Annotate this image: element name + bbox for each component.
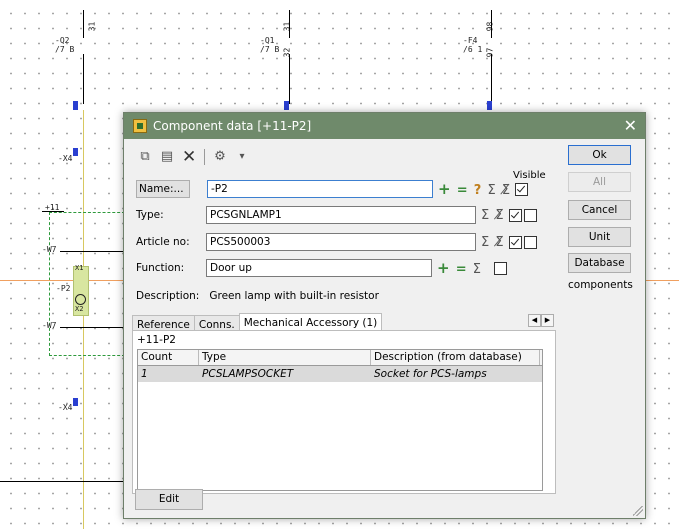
all-button[interactable]: All [568,172,631,192]
sigma-icon[interactable]: Σ [481,208,490,223]
grid-header: Count Type Description (from database) [138,350,542,366]
sigma-icon[interactable]: Σ [481,235,490,250]
cell-type: PCSLAMPSOCKET [202,368,294,380]
column-header-type[interactable]: Type [199,350,371,365]
function-label: Function: [136,262,185,274]
column-header-description[interactable]: Description (from database) [371,350,540,365]
equals-icon[interactable]: = [456,262,468,277]
component-icon [133,119,147,133]
name-actions: + = ? Σ Σ̸ [438,180,511,198]
terminal-tag [284,101,289,110]
sigma-icon[interactable]: Σ [487,183,496,198]
tab-scroll-right-icon[interactable]: ▶ [541,314,554,327]
ref-w7-bottom: -W7 [42,321,57,330]
name-button[interactable]: Name:... [136,180,190,198]
plus-icon[interactable]: + [437,259,451,277]
ref-f4: -F4 [463,36,478,45]
lamp-symbol-icon [75,294,86,305]
location-label: +11-P2 [137,334,176,346]
description-row: Description: Green lamp with built-in re… [136,290,379,302]
chevron-down-icon[interactable]: ▾ [235,150,249,164]
ref-q2: -Q2 [55,36,70,45]
component-data-dialog: Component data [+11-P2] ✕ ⧉ ▤ ✕ ⚙ ▾ Visi… [123,112,646,519]
ref-q2-loc: /7 B [55,45,75,54]
article-checkbox-2[interactable] [523,235,537,249]
cell-count: 1 [141,368,148,380]
dialog-titlebar[interactable]: Component data [+11-P2] ✕ [124,113,645,139]
settings-icon[interactable]: ⚙ [213,150,227,164]
close-icon[interactable]: ✕ [624,116,637,135]
cancel-button[interactable]: Cancel [568,200,631,220]
sigma-check-icon[interactable]: Σ̸ [502,183,511,198]
type-row: Type: PCSGNLAMP1 Σ Σ̸ [136,206,537,224]
name-row: Name:... -P2 + = ? Σ Σ̸ [136,180,529,198]
ref-q1: -Q1 [260,36,275,45]
equals-icon[interactable]: = [457,183,469,198]
description-value: Green lamp with built-in resistor [209,290,379,302]
name-visible-checkbox[interactable] [515,182,529,196]
article-actions: Σ Σ̸ [481,235,505,250]
type-label: Type: [136,209,164,221]
ref-x4-top: -X4 [58,154,73,163]
function-field[interactable]: Door up [206,259,432,277]
paste-icon[interactable]: ▤ [160,150,174,164]
table-row[interactable]: 1 PCSLAMPSOCKET Socket for PCS-lamps [138,366,542,382]
terminal-tag [73,398,78,406]
pin-f4-97: 97 [485,47,495,58]
column-header-count[interactable]: Count [138,350,199,365]
tab-scroll: ◀ ▶ [528,314,554,327]
ref-f4-loc: /6 1 [463,45,483,54]
name-field[interactable]: -P2 [207,180,433,198]
article-label: Article no: [136,236,190,248]
type-actions: Σ Σ̸ [481,208,505,223]
article-field[interactable]: PCS500003 [206,233,476,251]
database-button[interactable]: Database [568,253,631,273]
unit-button[interactable]: Unit [568,227,631,247]
ok-button[interactable]: Ok [568,145,631,165]
pin-q2-31: 31 [87,21,97,32]
pin-f4-98: 98 [485,21,495,32]
description-label: Description: [136,290,200,302]
tab-panel: +11-P2 Count Type Description (from data… [132,330,556,494]
edit-button[interactable]: Edit [135,489,203,510]
terminal-tag [487,101,492,110]
pin-x2: X2 [75,305,84,313]
toolbar-separator [204,149,205,165]
ref-p2: -P2 [56,284,71,293]
article-checkbox-1[interactable] [508,235,522,249]
sigma-check-icon[interactable]: Σ̸ [495,235,504,250]
accessory-grid[interactable]: Count Type Description (from database) 1… [137,349,543,491]
resize-grip-icon[interactable] [633,506,643,516]
article-row: Article no: PCS500003 Σ Σ̸ [136,233,537,251]
pin-x1: X1 [75,264,84,272]
type-checkbox-1[interactable] [508,208,522,222]
plus-icon[interactable]: + [438,180,452,198]
dialog-title: Component data [+11-P2] [153,119,312,133]
database-components-label: components [568,279,633,291]
terminal-tag [73,101,78,110]
function-actions: + = Σ [437,259,482,277]
cut-icon[interactable]: ✕ [182,149,196,166]
sigma-icon[interactable]: Σ [473,262,482,277]
function-visible-checkbox[interactable] [493,261,507,275]
question-icon[interactable]: ? [474,183,483,198]
type-field[interactable]: PCSGNLAMP1 [206,206,476,224]
toolbar: ⧉ ▤ ✕ ⚙ ▾ [138,149,249,166]
ref-w7-top: -W7 [42,245,57,254]
type-checkbox-2[interactable] [523,208,537,222]
cell-description: Socket for PCS-lamps [374,368,487,380]
terminal-tag [73,148,78,156]
ref-x4-bottom: -X4 [58,403,73,412]
copy-icon[interactable]: ⧉ [138,150,152,164]
tab-scroll-left-icon[interactable]: ◀ [528,314,541,327]
ref-q1-loc: /7 B [260,45,280,54]
function-row: Function: Door up + = Σ [136,259,507,277]
sigma-check-icon[interactable]: Σ̸ [495,208,504,223]
